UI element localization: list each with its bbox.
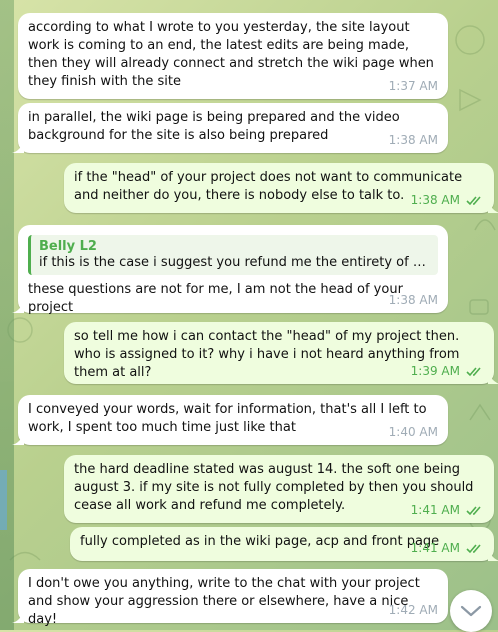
message-time: 1:41 AM	[410, 541, 460, 555]
reply-author: Belly L2	[39, 239, 97, 254]
message-text: these questions are not for me, I am not…	[28, 282, 403, 315]
scroll-down-button[interactable]	[450, 590, 492, 632]
read-check-icon	[466, 366, 484, 377]
message-text: I don't owe you anything, write to the c…	[28, 576, 420, 627]
message-time: 1:38 AM	[388, 293, 438, 307]
message-outgoing[interactable]: so tell me how i can contact the "head" …	[64, 322, 498, 384]
message-time: 1:40 AM	[388, 425, 438, 439]
message-text: I conveyed your words, wait for informat…	[28, 402, 427, 435]
read-check-icon	[466, 505, 484, 516]
message-text: in parallel, the wiki page is being prep…	[28, 110, 400, 143]
message-time: 1:42 AM	[388, 603, 438, 617]
message-time: 1:39 AM	[410, 364, 460, 378]
message-time: 1:41 AM	[410, 503, 460, 517]
message-incoming[interactable]: according to what I wrote to you yesterd…	[18, 13, 448, 99]
message-incoming[interactable]: I don't owe you anything, write to the c…	[12, 569, 448, 627]
reply-text: if this is the case i suggest you refund…	[39, 255, 430, 270]
message-time: 1:38 AM	[410, 193, 460, 207]
message-outgoing[interactable]: the hard deadline stated was august 14. …	[64, 455, 494, 523]
message-incoming[interactable]: in parallel, the wiki page is being prep…	[12, 103, 448, 153]
message-incoming[interactable]: I conveyed your words, wait for informat…	[12, 395, 448, 445]
sidebar-edge	[0, 0, 14, 630]
message-time: 1:38 AM	[388, 133, 438, 147]
read-check-icon	[466, 195, 484, 206]
message-text: according to what I wrote to you yesterd…	[28, 20, 434, 89]
reply-quote[interactable]: Belly L2 if this is the case i suggest y…	[28, 235, 438, 275]
message-incoming-reply[interactable]: Belly L2 if this is the case i suggest y…	[12, 225, 448, 315]
read-check-icon	[466, 543, 484, 554]
message-outgoing[interactable]: if the "head" of your project does not w…	[64, 163, 498, 213]
message-outgoing[interactable]: fully completed as in the wiki page, acp…	[70, 527, 498, 561]
message-time: 1:37 AM	[388, 79, 438, 93]
chevron-down-icon	[460, 605, 482, 617]
